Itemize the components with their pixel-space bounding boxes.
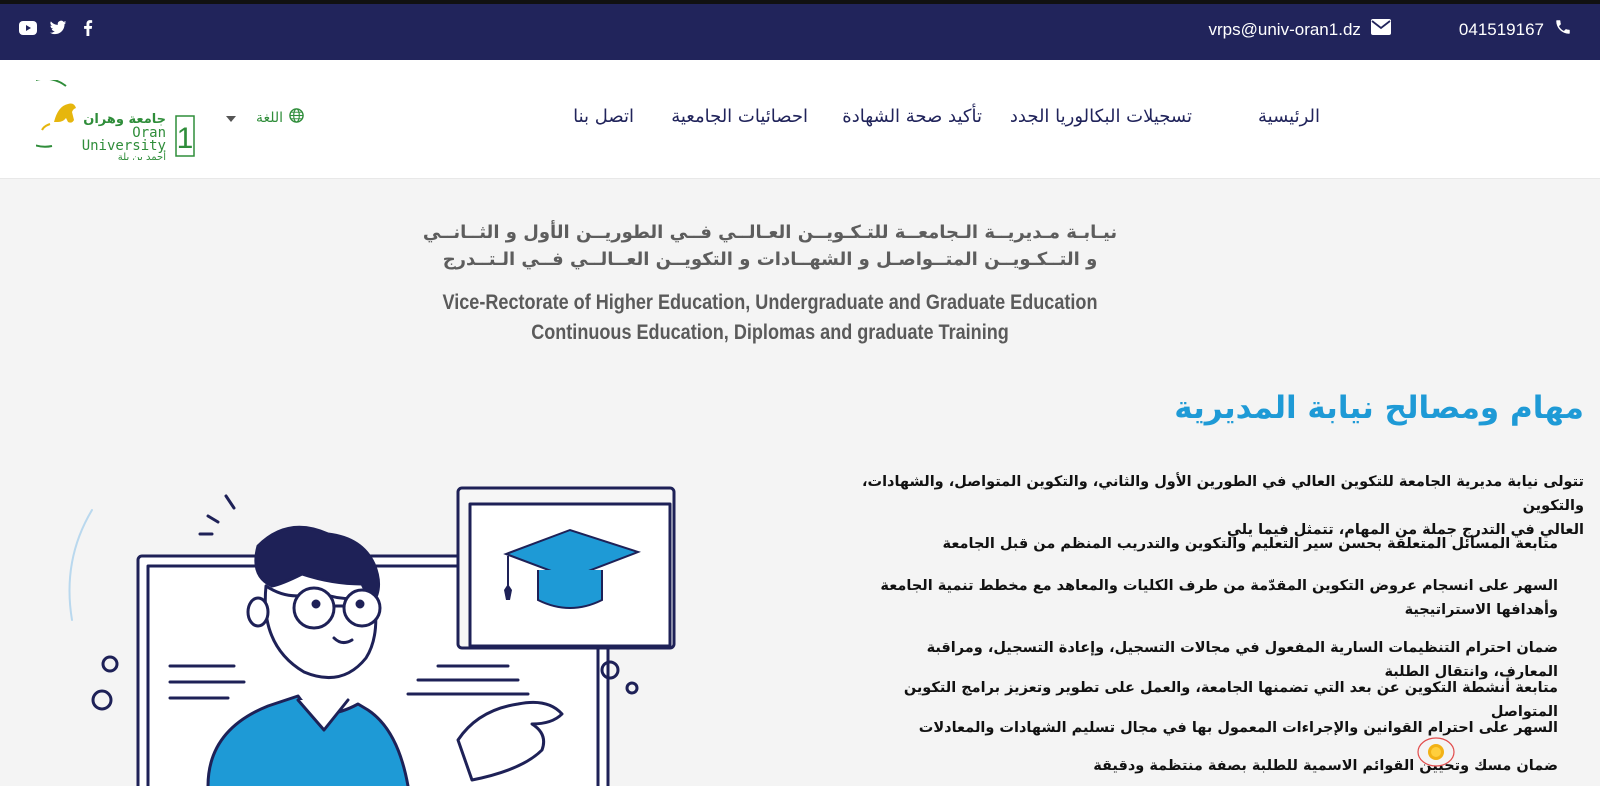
twitter-icon[interactable] — [48, 18, 68, 38]
envelope-icon — [1370, 19, 1391, 40]
list-item: السهر على انسجام عروض التكوين المقدّمة م… — [880, 578, 1558, 618]
svg-text:1: 1 — [177, 122, 194, 155]
sun-badge-icon[interactable] — [1416, 736, 1458, 768]
list-item: متابعة المسائل المتعلقة بحسن سير التعليم… — [942, 536, 1558, 552]
chevron-down-icon — [226, 110, 236, 126]
main-navigation: الرئيسية تسجيلات البكالوريا الجدد تأكيد … — [570, 106, 1320, 136]
nav-home[interactable]: الرئيسية — [1258, 106, 1320, 127]
intro-line: تتولى نيابة مديرية الجامعة للتكوين العال… — [861, 474, 1584, 514]
contact-info: 041519167 vrps@univ-oran1.dz — [1209, 18, 1572, 41]
phone-item[interactable]: 041519167 — [1459, 18, 1572, 41]
email-item[interactable]: vrps@univ-oran1.dz — [1209, 19, 1391, 40]
site-header: 1 جامعة وهران Oran University أحمد بن بل… — [0, 60, 1600, 179]
phone-icon — [1554, 18, 1572, 41]
facebook-icon[interactable] — [78, 18, 98, 38]
university-logo[interactable]: 1 جامعة وهران Oran University أحمد بن بل… — [9, 77, 196, 163]
globe-icon — [289, 108, 304, 127]
social-links — [18, 18, 98, 38]
section-title: مهام ومصالح نيابة المديرية — [1174, 390, 1584, 426]
nav-university-statistics[interactable]: احصائيات الجامعية — [671, 106, 808, 127]
language-label: اللغة — [256, 109, 284, 126]
hero-title-ar-line2: و التــكـويــن المتــواصـل و الشهــادات … — [442, 249, 1098, 270]
language-selector[interactable]: اللغة — [226, 108, 304, 127]
nav-bac-registration[interactable]: تسجيلات البكالوريا الجدد — [1010, 106, 1192, 127]
hero-title-en-line1: Vice-Rectorate of Higher Education, Unde… — [442, 291, 1098, 314]
hero-title-en-line2: Continuous Education, Diplomas and gradu… — [531, 321, 1009, 344]
top-bar: 041519167 vrps@univ-oran1.dz — [0, 0, 1600, 60]
hero-title-ar-line1: نيـابـة مـديريــة الـجامعــة للتـكـويــن… — [422, 222, 1118, 243]
email-address: vrps@univ-oran1.dz — [1208, 19, 1361, 39]
youtube-icon[interactable] — [18, 18, 38, 38]
nav-certificate-verification[interactable]: تأكيد صحة الشهادة — [842, 106, 982, 127]
student-illustration — [58, 480, 718, 786]
svg-text:أحمد بن بلة: أحمد بن بلة — [118, 150, 166, 160]
phone-number: 041519167 — [1458, 19, 1544, 39]
nav-contact-us[interactable]: اتصل بنا — [573, 106, 634, 127]
